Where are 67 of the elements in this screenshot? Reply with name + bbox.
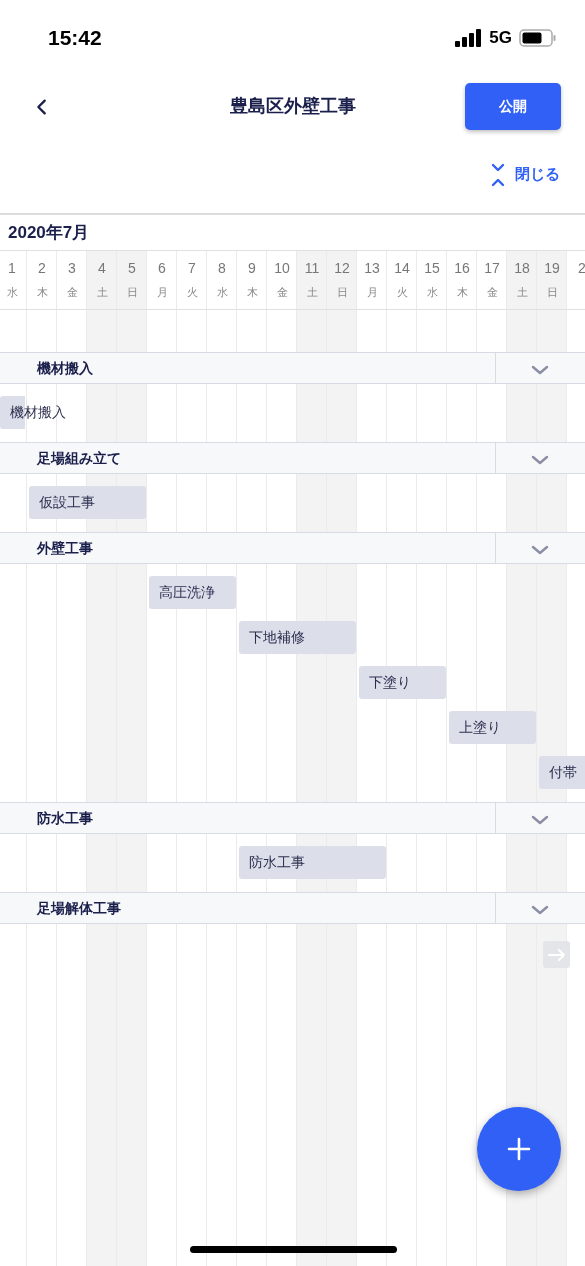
weekday-label: 月: [366, 285, 378, 300]
section-header[interactable]: 防水工事: [0, 802, 585, 834]
section-title: 防水工事: [37, 808, 93, 828]
weekday-label: 金: [66, 285, 78, 300]
weekday-label: 水: [6, 285, 18, 300]
day-number: 11: [304, 259, 320, 278]
section-header[interactable]: 足場組み立て: [0, 442, 585, 474]
day-number: 8: [218, 259, 226, 278]
day-number: 13: [364, 259, 380, 278]
day-number: 2: [38, 259, 46, 278]
weekday-label: 金: [486, 285, 498, 300]
weekday-label: 土: [96, 285, 108, 300]
weekday-label: 火: [396, 285, 408, 300]
day-number: 15: [424, 259, 440, 278]
weekday-label: 日: [546, 285, 558, 300]
section-header[interactable]: 足場解体工事: [0, 892, 585, 924]
collapse-link[interactable]: 閉じる: [491, 162, 560, 187]
plus-icon: [507, 1137, 531, 1161]
day-number: 7: [188, 259, 196, 278]
day-number: 18: [514, 259, 530, 278]
weekday-label: 土: [306, 285, 318, 300]
day-number: 2: [578, 259, 585, 278]
day-number: 5: [128, 259, 136, 278]
section-title: 外壁工事: [37, 538, 93, 558]
section-header[interactable]: 機材搬入: [0, 352, 585, 384]
task-bar[interactable]: 防水工事: [238, 846, 386, 879]
day-number: 4: [98, 259, 106, 278]
day-number: 6: [158, 259, 166, 278]
section-header[interactable]: 外壁工事: [0, 532, 585, 564]
day-number: 19: [544, 259, 560, 278]
day-number: 12: [334, 259, 350, 278]
weekday-label: 火: [186, 285, 198, 300]
weekday-label: 水: [216, 285, 228, 300]
month-label: 2020年7月: [8, 221, 90, 244]
battery-icon: [519, 28, 557, 47]
day-number: 17: [484, 259, 500, 278]
weekday-label: 日: [126, 285, 138, 300]
weekday-label: 金: [276, 285, 288, 300]
weekday-label: 木: [246, 285, 258, 300]
task-bar[interactable]: 上塗り: [448, 711, 536, 744]
weekday-label: 水: [426, 285, 438, 300]
weekday-label: 月: [156, 285, 168, 300]
section-title: 機材搬入: [37, 358, 93, 378]
weekday-label: 土: [516, 285, 528, 300]
weekday-label: 木: [456, 285, 468, 300]
page-title: 豊島区外壁工事: [229, 95, 356, 118]
arrow-right-icon: [547, 947, 566, 962]
task-bar[interactable]: 付帯: [538, 756, 585, 789]
task-bar[interactable]: 仮設工事: [28, 486, 146, 519]
task-bar[interactable]: 下塗り: [358, 666, 446, 699]
day-number: 14: [394, 259, 410, 278]
task-bar[interactable]: 下地補修: [238, 621, 356, 654]
publish-button[interactable]: 公開: [465, 83, 561, 130]
weekday-label: 木: [36, 285, 48, 300]
day-number: 1: [8, 259, 16, 278]
section-title: 足場組み立て: [37, 448, 121, 468]
section-title: 足場解体工事: [37, 898, 121, 918]
weekday-label: 日: [336, 285, 348, 300]
day-number: 10: [274, 259, 290, 278]
network-label: 5G: [489, 26, 512, 49]
task-bar[interactable]: 高圧洗浄: [148, 576, 236, 609]
day-number: 3: [68, 259, 76, 278]
day-number: 16: [454, 259, 470, 278]
collapse-icon: [491, 162, 505, 187]
status-time: 15:42: [48, 24, 102, 51]
signal-icon: [455, 28, 483, 47]
day-number: 9: [248, 259, 256, 278]
